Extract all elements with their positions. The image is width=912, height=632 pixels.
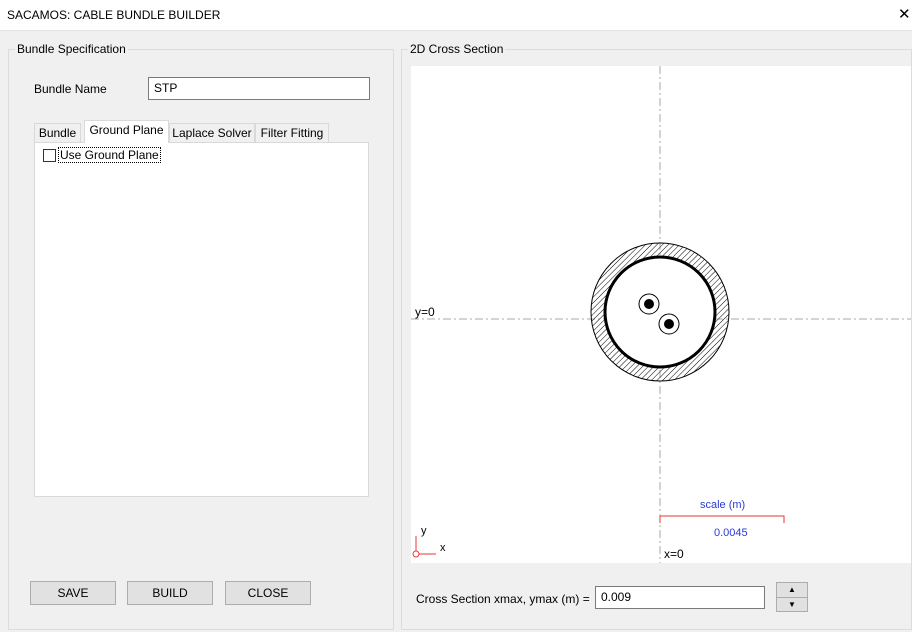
axis-y-label: y: [421, 525, 427, 537]
y0-label: y=0: [415, 305, 435, 319]
window-title: SACAMOS: CABLE BUNDLE BUILDER: [7, 8, 221, 22]
bundle-name-label: Bundle Name: [34, 82, 107, 96]
cross-section-title: 2D Cross Section: [410, 42, 504, 56]
use-ground-plane-label[interactable]: Use Ground Plane: [58, 147, 161, 163]
xmax-label: Cross Section xmax, ymax (m) =: [416, 592, 590, 606]
x0-label: x=0: [664, 547, 684, 561]
tab-ground-plane[interactable]: Ground Plane: [84, 120, 169, 143]
ground-plane-tab-panel: Use Ground Plane: [34, 142, 369, 497]
close-icon[interactable]: ✕: [898, 5, 912, 23]
scale-value: 0.0045: [714, 527, 748, 539]
spin-up-icon[interactable]: ▲: [777, 583, 807, 598]
axis-x-label: x: [440, 542, 446, 554]
scale-bar: [659, 515, 785, 523]
save-button[interactable]: SAVE: [30, 581, 116, 605]
title-bar: SACAMOS: CABLE BUNDLE BUILDER ✕: [0, 0, 912, 31]
scale-title: scale (m): [700, 499, 746, 511]
conductor-2: [664, 319, 674, 329]
tab-filter-fitting[interactable]: Filter Fitting: [255, 123, 329, 142]
xmax-spinner[interactable]: ▲ ▼: [776, 582, 808, 612]
cross-section-drawing: [411, 66, 911, 563]
cross-section-canvas: [411, 66, 911, 563]
tab-laplace-solver[interactable]: Laplace Solver: [169, 123, 255, 142]
bundle-specification-title: Bundle Specification: [17, 42, 126, 56]
xmax-input[interactable]: 0.009: [595, 586, 765, 609]
spin-down-icon[interactable]: ▼: [777, 598, 807, 612]
use-ground-plane-checkbox[interactable]: [43, 149, 56, 162]
bundle-name-input[interactable]: STP: [148, 77, 370, 100]
conductor-1: [644, 299, 654, 309]
axis-origin: [412, 550, 420, 558]
cable-shield: [603, 255, 717, 369]
build-button[interactable]: BUILD: [127, 581, 213, 605]
tab-bundle[interactable]: Bundle: [34, 123, 81, 142]
close-button[interactable]: CLOSE: [225, 581, 311, 605]
